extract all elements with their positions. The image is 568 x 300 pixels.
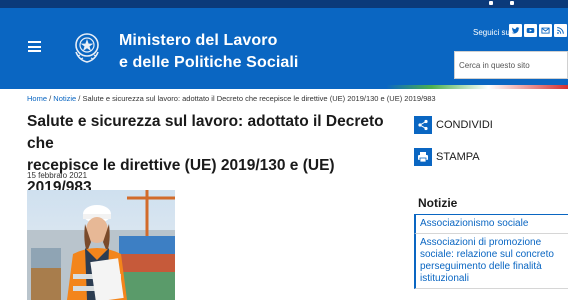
breadcrumb: Home / Notizie / Salute e sicurezza sul … — [27, 94, 436, 103]
print-button-label: STAMPA — [436, 151, 480, 163]
page-title: Salute e sicurezza sul lavoro: adottato … — [27, 111, 387, 199]
share-button-label: CONDIVIDI — [436, 119, 493, 131]
top-strip — [0, 0, 568, 8]
site-title-line1: Ministero del Lavoro — [119, 32, 278, 49]
top-strip-dot — [489, 1, 493, 5]
follow-label: Seguici su: — [473, 28, 513, 37]
breadcrumb-section[interactable]: Notizie — [53, 94, 76, 103]
menu-icon[interactable] — [28, 41, 41, 52]
article-photo — [27, 190, 175, 300]
news-item[interactable]: Associazionismo sociale — [414, 215, 568, 234]
article-date: 15 febbraio 2021 — [27, 171, 88, 180]
rss-icon[interactable] — [554, 24, 567, 37]
twitter-icon[interactable] — [509, 24, 522, 37]
news-heading: Notizie — [418, 196, 458, 210]
news-list: Associazionismo sociale Associazioni di … — [414, 215, 568, 289]
print-icon — [414, 148, 432, 166]
newsletter-icon[interactable] — [539, 24, 552, 37]
news-item[interactable]: Associazioni di promozione sociale: rela… — [414, 234, 568, 289]
top-strip-dot — [510, 1, 514, 5]
share-button[interactable]: CONDIVIDI — [414, 116, 493, 134]
search-box — [454, 51, 568, 79]
page-title-line1: Salute e sicurezza sul lavoro: adottato … — [27, 113, 384, 152]
site-title-line2: e delle Politiche Sociali — [119, 54, 299, 71]
republic-emblem-icon — [75, 33, 99, 63]
search-input[interactable] — [455, 52, 567, 78]
youtube-icon[interactable] — [524, 24, 537, 37]
site-header: Ministero del Lavoro e delle Politiche S… — [0, 8, 568, 85]
breadcrumb-current: Salute e sicurezza sul lavoro: adottato … — [82, 94, 436, 103]
breadcrumb-home[interactable]: Home — [27, 94, 47, 103]
tricolore-bar — [0, 85, 568, 89]
share-icon — [414, 116, 432, 134]
site-title[interactable]: Ministero del Lavoro e delle Politiche S… — [119, 30, 298, 74]
print-button[interactable]: STAMPA — [414, 148, 480, 166]
